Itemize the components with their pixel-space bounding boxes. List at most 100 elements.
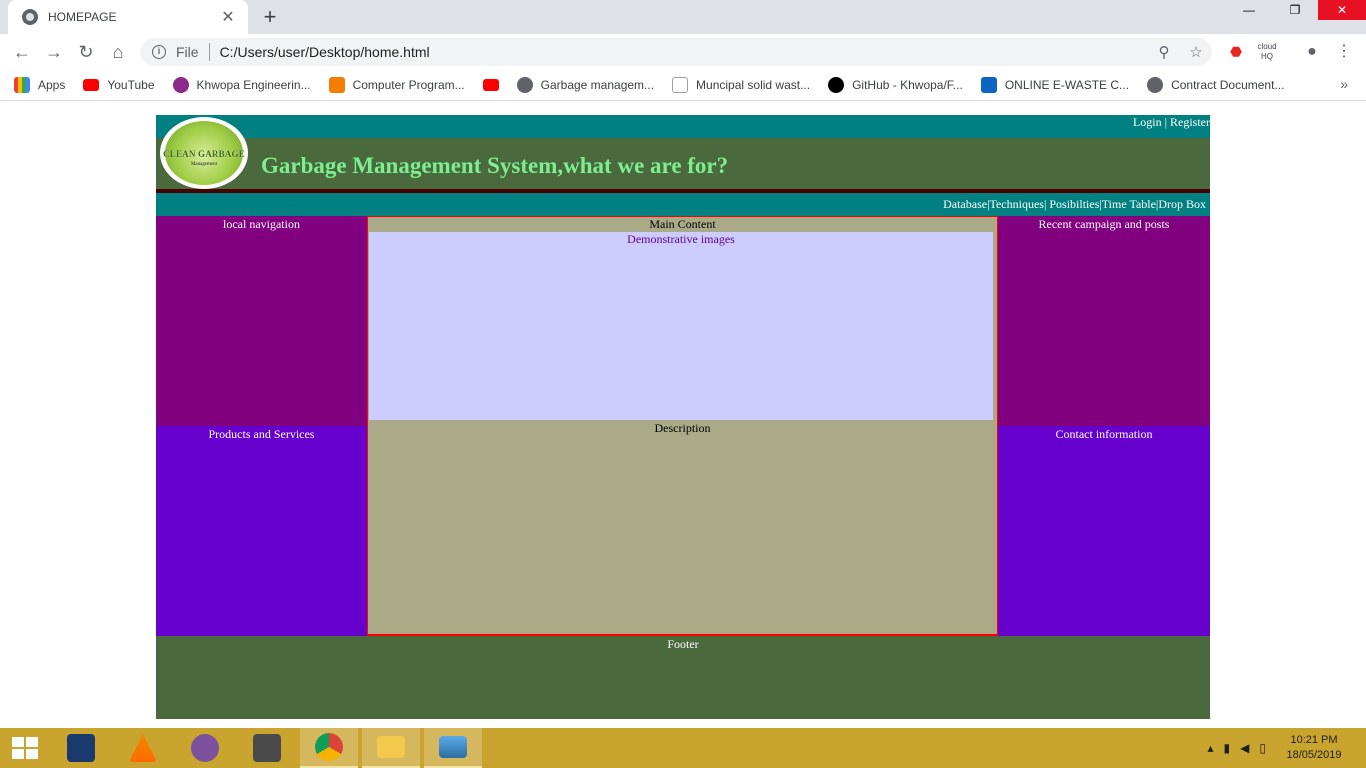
battery-icon[interactable]: ▯ <box>1259 741 1266 755</box>
header-banner: Garbage Management System,what we are fo… <box>156 138 1210 189</box>
linkedin-icon <box>980 77 997 93</box>
logo-subtext: Management <box>190 162 218 167</box>
taskbar-sublime[interactable] <box>238 728 296 768</box>
bookmark-label: Garbage managem... <box>540 78 655 92</box>
clock-date: 18/05/2019 <box>1286 749 1342 761</box>
recent-campaign-label: Recent campaign and posts <box>1038 217 1170 231</box>
document-icon <box>672 77 689 93</box>
network-icon[interactable]: ▮ <box>1224 741 1231 755</box>
window-controls: — ❐ ✕ <box>1226 0 1366 20</box>
viber-icon <box>191 734 219 762</box>
logo-text: CLEAN GARBAGE <box>163 149 245 159</box>
bookmark-ewaste[interactable]: ONLINE E-WASTE C... <box>980 77 1130 93</box>
bookmark-label: YouTube <box>107 78 155 92</box>
chrome-icon <box>315 733 343 761</box>
zoom-icon[interactable]: ⚲ <box>1148 43 1180 61</box>
tab-title: HOMEPAGE <box>48 10 117 24</box>
github-icon <box>828 77 845 93</box>
close-tab-icon[interactable]: ✕ <box>218 7 238 27</box>
taskbar-vlc[interactable] <box>114 728 172 768</box>
taskbar-photos[interactable] <box>424 728 482 768</box>
bookmark-apps[interactable]: Apps <box>14 77 65 93</box>
chevron-up-icon[interactable]: ▴ <box>1208 741 1214 755</box>
info-icon[interactable]: i <box>152 45 166 59</box>
footer-label: Footer <box>667 637 699 651</box>
bookmark-youtube-2[interactable] <box>482 79 499 91</box>
contact-information-label: Contact information <box>1055 427 1153 441</box>
description-label: Description <box>654 421 711 435</box>
bookmark-label: Khwopa Engineerin... <box>196 78 311 92</box>
bookmark-label: ONLINE E-WASTE C... <box>1004 78 1130 92</box>
tab-strip: HOMEPAGE ✕ + — ❐ ✕ <box>0 0 1366 34</box>
bookmarks-bar: Apps YouTube Khwopa Engineerin... Comput… <box>0 70 1366 101</box>
bookmark-youtube[interactable]: YouTube <box>83 78 155 92</box>
web-page: Login | Register Garbage Management Syst… <box>156 115 1210 719</box>
file-scheme-label: File <box>176 44 199 60</box>
demonstrative-images-label: Demonstrative images <box>627 232 735 246</box>
bookmark-municipal-waste[interactable]: Muncipal solid wast... <box>672 77 810 93</box>
globe-icon <box>1147 77 1164 93</box>
taskbar-file-explorer[interactable] <box>362 728 420 768</box>
system-tray: ▴ ▮ ◀ ▯ 10:21 PM 18/05/2019 <box>1208 728 1366 768</box>
contact-information-panel: Contact information <box>998 426 1210 636</box>
url-text[interactable]: C:/Users/user/Desktop/home.html <box>220 44 1148 60</box>
main-nav-links[interactable]: Database|Techniques| Posibilties|Time Ta… <box>943 197 1206 212</box>
store-icon <box>67 734 95 762</box>
extension-icon-cloudhq[interactable]: cloud HQ <box>1256 42 1278 62</box>
browser-tab[interactable]: HOMEPAGE ✕ <box>8 0 248 34</box>
local-navigation-label: local navigation <box>223 217 300 231</box>
globe-icon <box>516 77 533 93</box>
home-button[interactable]: ⌂ <box>106 40 130 64</box>
windows-start-icon[interactable] <box>12 737 38 759</box>
forward-button[interactable]: → <box>42 40 66 64</box>
products-services-panel: Products and Services <box>156 426 367 636</box>
more-bookmarks-button[interactable]: » <box>1340 76 1348 92</box>
bookmark-computer-program[interactable]: Computer Program... <box>328 77 465 93</box>
globe-icon <box>22 9 38 25</box>
taskbar-viber[interactable] <box>176 728 234 768</box>
local-navigation-panel: local navigation <box>156 216 367 426</box>
blogger-icon <box>328 77 345 93</box>
browser-toolbar: ← → ↻ ⌂ i File C:/Users/user/Desktop/hom… <box>0 34 1366 70</box>
bookmark-khwopa[interactable]: Khwopa Engineerin... <box>172 77 311 93</box>
login-register-link[interactable]: Login | Register <box>1133 115 1210 130</box>
demonstrative-images-panel: Demonstrative images <box>369 232 993 420</box>
profile-icon[interactable]: ● <box>1300 42 1324 62</box>
taskbar-app-store[interactable] <box>52 728 110 768</box>
menu-icon[interactable]: ⋮ <box>1334 42 1354 62</box>
bookmark-github[interactable]: GitHub - Khwopa/F... <box>828 77 963 93</box>
taskbar-chrome[interactable] <box>300 728 358 768</box>
bookmark-label: Computer Program... <box>352 78 465 92</box>
photos-icon <box>439 736 467 758</box>
reload-button[interactable]: ↻ <box>74 40 98 64</box>
new-tab-button[interactable]: + <box>258 4 282 30</box>
bookmark-contract-document[interactable]: Contract Document... <box>1147 77 1284 93</box>
vlc-icon <box>129 734 157 762</box>
restore-button[interactable]: ❐ <box>1272 0 1318 20</box>
main-content-panel: Main Content Demonstrative images Descri… <box>367 216 998 636</box>
sublime-text-icon <box>253 734 281 762</box>
minimize-button[interactable]: — <box>1226 0 1272 20</box>
youtube-icon <box>83 79 100 91</box>
clean-garbage-logo: CLEAN GARBAGE Management <box>160 117 248 189</box>
clock[interactable]: 10:21 PM 18/05/2019 <box>1276 733 1352 763</box>
address-bar[interactable]: i File C:/Users/user/Desktop/home.html ⚲… <box>140 38 1212 66</box>
youtube-icon <box>482 79 499 91</box>
bookmark-label: Contract Document... <box>1171 78 1285 92</box>
windows-taskbar: ▴ ▮ ◀ ▯ 10:21 PM 18/05/2019 <box>0 728 1366 768</box>
extension-icon-red[interactable]: ⬣ <box>1226 42 1246 62</box>
bookmark-label: Muncipal solid wast... <box>696 78 811 92</box>
khwopa-logo-icon <box>172 77 189 93</box>
star-icon[interactable]: ☆ <box>1180 43 1212 61</box>
site-title: Garbage Management System,what we are fo… <box>261 153 729 178</box>
close-window-button[interactable]: ✕ <box>1318 0 1366 20</box>
clock-time: 10:21 PM <box>1290 734 1338 746</box>
volume-icon[interactable]: ◀ <box>1240 741 1249 755</box>
bookmark-label: Apps <box>38 78 66 92</box>
bookmark-garbage-management[interactable]: Garbage managem... <box>516 77 655 93</box>
recent-campaign-panel: Recent campaign and posts <box>998 216 1210 426</box>
main-content-label: Main Content <box>649 217 716 231</box>
folder-icon <box>377 736 405 758</box>
back-button[interactable]: ← <box>10 40 34 64</box>
bookmark-label: GitHub - Khwopa/F... <box>852 78 963 92</box>
